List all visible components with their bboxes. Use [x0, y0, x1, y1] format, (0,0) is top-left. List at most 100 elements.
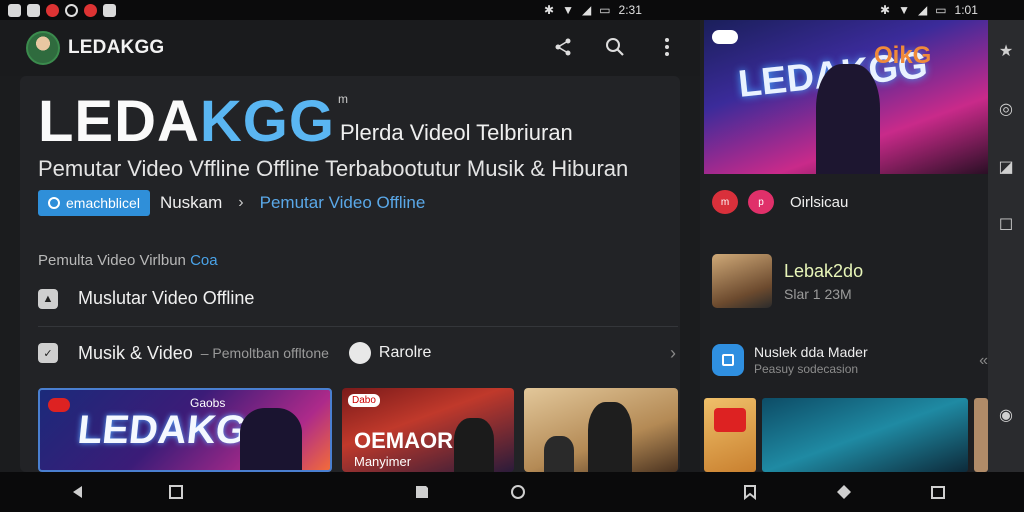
list-item-title: Lebak2do — [784, 260, 864, 281]
video-thumbnail[interactable] — [712, 254, 772, 308]
wifi-icon: ▼ — [898, 3, 910, 17]
recent-apps-icon[interactable] — [930, 484, 946, 500]
performer-figure — [240, 408, 302, 470]
person-figure — [544, 436, 574, 472]
list-item-text: Lebak2do Slar 1 23M — [784, 261, 863, 302]
compass-icon[interactable]: ◎ — [997, 100, 1015, 118]
thumbnail-badge: Dabo — [348, 394, 380, 407]
clock: 1:01 — [954, 3, 978, 17]
thumbnail-title: OEMAOR — [354, 428, 453, 453]
list-item-title: Nuslek dda Mader — [754, 344, 868, 360]
system-icons: ✱ ▼ ◢ ▭ 2:31 — [544, 3, 642, 17]
list-item-text: Nuslek dda Mader Peasuy sodecasion — [754, 344, 868, 376]
book-icon[interactable] — [414, 484, 430, 500]
list-item-sub: – Pemoltban offltone — [200, 345, 329, 361]
list-item-meta: Peasuy sodecasion — [754, 362, 859, 376]
crop-icon[interactable]: ◪ — [997, 158, 1015, 176]
breadcrumb-item[interactable]: Nuskam — [160, 193, 222, 213]
section-label: Pemulta Video Virlbun Coa — [38, 252, 218, 269]
app-icon — [712, 344, 744, 376]
video-thumbnail[interactable]: Gaobs LEDAKGG — [38, 388, 332, 472]
list-item[interactable]: Nuslek dda Mader Peasuy sodecasion — [712, 344, 868, 376]
thumbnail-caption: Manyimer — [354, 454, 412, 469]
battery-icon: ▭ — [599, 3, 611, 17]
hero-title-part1: LEDA — [38, 89, 200, 154]
chip-row: emachblicel Nuskam › Pemutar Video Offli… — [38, 190, 425, 216]
chevron-right-icon: › — [238, 194, 244, 211]
person-figure — [588, 402, 632, 472]
hero-superscript: m — [338, 92, 348, 106]
channel-logo-icon — [48, 398, 70, 412]
hero-right-heading: Plerda Videol Telbriuran — [340, 120, 573, 145]
checkbox-icon[interactable]: ✓ — [38, 343, 58, 363]
thumbnail-strip — [704, 398, 988, 472]
person-figure — [454, 418, 494, 472]
hero-title-part2: KGG — [199, 89, 336, 154]
bookmark-icon[interactable] — [742, 484, 758, 501]
list-item-label: Muslutar Video Offline — [78, 288, 255, 308]
video-thumbnail[interactable] — [704, 398, 756, 472]
banner-right-text: OikG — [874, 42, 932, 69]
reaction-badge[interactable]: p — [748, 190, 774, 214]
list-item-label: Musik & Video — [78, 342, 193, 363]
compass-icon — [348, 342, 371, 364]
channel-logo-icon — [714, 408, 746, 432]
circle-icon[interactable]: ◉ — [997, 406, 1015, 424]
video-icon: ▲ — [38, 288, 58, 309]
avatar[interactable] — [26, 31, 60, 65]
notification-icon — [103, 3, 116, 17]
app-bar-actions — [550, 34, 680, 60]
list-item-extra: Rarolre — [378, 344, 432, 361]
video-thumbnail[interactable] — [524, 388, 678, 472]
back-icon[interactable] — [70, 484, 86, 500]
notification-icon — [8, 3, 21, 17]
list-item-meta: Slar 1 23M — [784, 285, 852, 302]
more-options-icon[interactable] — [654, 34, 680, 60]
home-icon[interactable] — [836, 484, 852, 500]
content-card: LEDAKGG m Plerda Videol Telbriuran Pemut… — [20, 76, 680, 472]
square-icon[interactable] — [168, 484, 184, 500]
video-thumbnail[interactable]: Dabo OEMAOR Manyimer — [342, 388, 514, 472]
reaction-badge[interactable]: m — [712, 190, 738, 214]
chevron-right-icon[interactable]: › — [670, 343, 676, 364]
system-icons: ✱ ▼ ◢ ▭ 1:01 — [880, 3, 978, 17]
navigation-bar — [0, 472, 1024, 512]
signal-icon: ◢ — [917, 3, 928, 17]
search-icon[interactable] — [602, 34, 628, 60]
notification-icon — [84, 3, 97, 17]
breadcrumb-link[interactable]: Pemutar Video Offline — [260, 193, 426, 213]
app-title: LEDAKGG — [68, 37, 165, 58]
notification-icons — [0, 3, 116, 17]
category-chip-label: emachblicel — [66, 195, 140, 211]
list-item[interactable]: ▲ Muslutar Video Offline — [38, 288, 678, 309]
clock: 2:31 — [618, 3, 642, 17]
chevron-left-icon[interactable]: « — [979, 352, 988, 370]
notification-icon — [46, 3, 59, 17]
list-item[interactable]: ✓ Musik & Video – Pemoltban offltone Rar… — [38, 342, 678, 364]
share-icon[interactable] — [550, 34, 576, 60]
square-icon[interactable]: ☐ — [997, 216, 1015, 234]
video-thumbnail[interactable] — [974, 398, 988, 472]
notification-icon — [27, 3, 40, 17]
category-chip[interactable]: emachblicel — [38, 190, 150, 216]
hero-subtitle: Pemutar Video Vffline Offline Terbabootu… — [38, 156, 629, 181]
notification-icon — [65, 3, 78, 17]
section-label-text: Pemulta Video Virlbun — [38, 252, 186, 269]
home-icon[interactable] — [510, 484, 526, 500]
star-icon[interactable]: ★ — [997, 42, 1015, 60]
section-label-accent[interactable]: Coa — [190, 252, 218, 269]
video-thumbnail[interactable] — [762, 398, 968, 472]
hero-title: LEDAKGG — [38, 90, 335, 154]
chip-icon — [48, 197, 60, 209]
side-rail: ★ ◎ ◪ ☐ ◉ — [988, 20, 1024, 472]
guitarist-figure — [816, 64, 880, 174]
status-bar: ✱ ▼ ◢ ▭ 2:31 ✱ ▼ ◢ ▭ 1:01 — [0, 0, 1024, 20]
wifi-icon: ▼ — [562, 3, 574, 17]
reaction-label: Oirlsicau — [790, 193, 849, 211]
list-item[interactable]: Lebak2do Slar 1 23M — [712, 254, 863, 308]
bluetooth-icon: ✱ — [880, 3, 891, 17]
reaction-row: m p Oirlsicau — [712, 190, 848, 214]
channel-logo-icon — [712, 30, 738, 44]
featured-banner[interactable]: LEDAKGG OikG — [704, 20, 988, 174]
signal-icon: ◢ — [581, 3, 592, 17]
